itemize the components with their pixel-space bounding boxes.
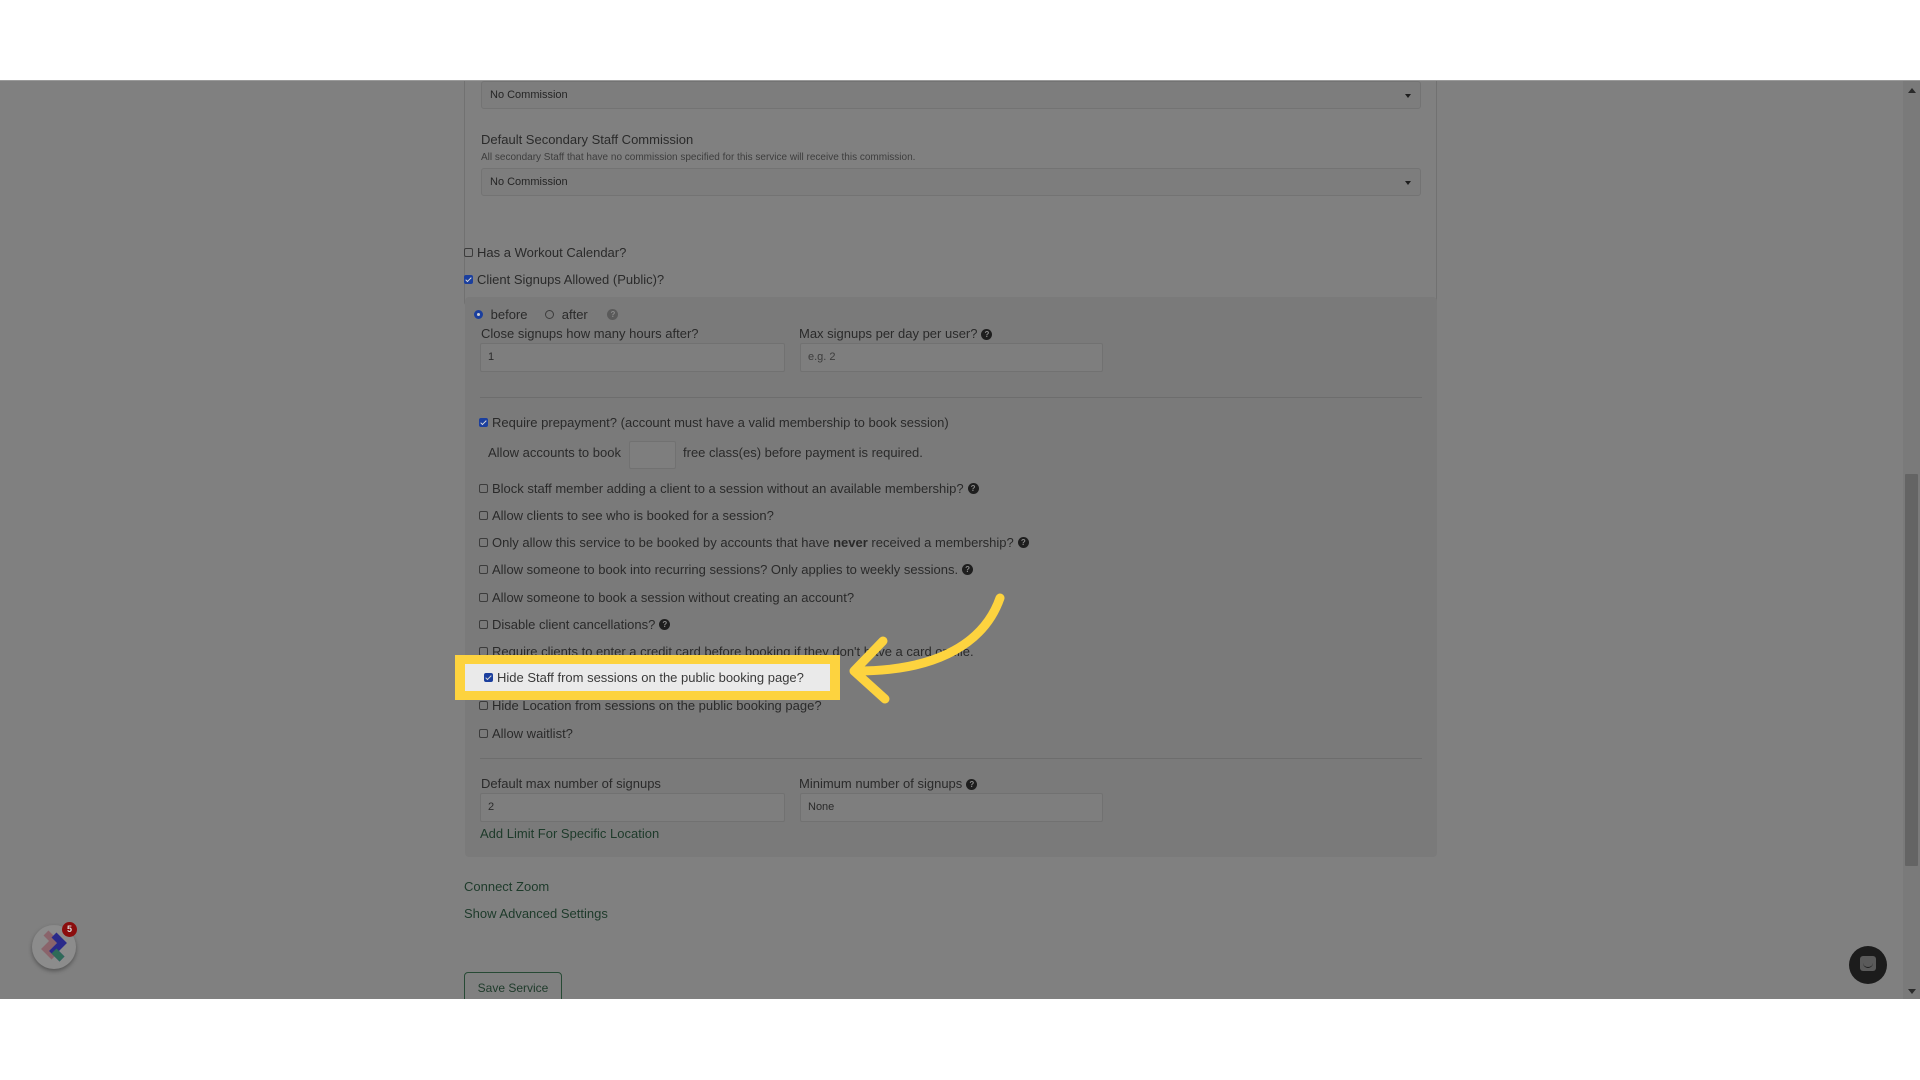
no-account-booking-checkbox[interactable] xyxy=(479,593,488,603)
vertical-scrollbar[interactable] xyxy=(1903,81,1920,999)
secondary-commission-help: All secondary Staff that have no commiss… xyxy=(481,152,916,163)
disable-cancellations-checkbox[interactable] xyxy=(479,620,488,630)
recurring-sessions-label: Allow someone to book into recurring ses… xyxy=(492,562,959,578)
primary-commission-select[interactable]: No Commission xyxy=(481,81,1421,109)
workout-calendar-option[interactable]: Has a Workout Calendar? xyxy=(464,244,626,260)
after-label: after xyxy=(561,307,588,323)
secondary-commission-value: No Commission xyxy=(490,176,568,188)
require-prepayment-option[interactable]: Require prepayment? (account must have a… xyxy=(479,414,949,430)
secondary-commission-select[interactable]: No Commission xyxy=(481,168,1421,196)
hide-location-checkbox[interactable] xyxy=(479,701,488,711)
before-label: before xyxy=(490,307,528,323)
min-signups-label-row: Minimum number of signups? xyxy=(799,776,978,791)
section-divider xyxy=(480,397,1422,398)
never-membership-checkbox[interactable] xyxy=(479,538,488,548)
help-icon[interactable]: ? xyxy=(607,309,619,321)
before-radio[interactable] xyxy=(474,310,483,320)
see-booked-option[interactable]: Allow clients to see who is booked for a… xyxy=(479,507,774,523)
waitlist-checkbox[interactable] xyxy=(479,729,488,739)
no-account-booking-option[interactable]: Allow someone to book a session without … xyxy=(479,589,854,605)
help-icon[interactable]: ? xyxy=(981,329,993,341)
free-classes-suffix: free class(es) before payment is require… xyxy=(683,445,923,460)
client-signups-checkbox[interactable] xyxy=(464,275,473,285)
block-staff-checkbox[interactable] xyxy=(479,484,488,494)
hide-location-option[interactable]: Hide Location from sessions on the publi… xyxy=(479,697,822,713)
label-emphasis: never xyxy=(833,535,868,551)
chevron-down-icon xyxy=(1405,181,1411,185)
hide-location-label: Hide Location from sessions on the publi… xyxy=(492,698,822,714)
workout-calendar-label: Has a Workout Calendar? xyxy=(477,245,627,261)
require-prepayment-checkbox[interactable] xyxy=(479,418,488,428)
max-per-day-label: Max signups per day per user? xyxy=(799,326,978,341)
help-icon[interactable]: ? xyxy=(966,779,978,791)
signup-timing-radio-group: before after ? xyxy=(474,306,619,323)
disable-cancellations-label: Disable client cancellations? xyxy=(492,617,656,633)
free-classes-prefix: Allow accounts to book xyxy=(488,445,621,460)
primary-commission-value: No Commission xyxy=(490,89,568,101)
require-prepayment-label: Require prepayment? (account must have a… xyxy=(492,415,949,431)
connect-zoom-link[interactable]: Connect Zoom xyxy=(464,879,549,894)
add-limit-location-link[interactable]: Add Limit For Specific Location xyxy=(480,826,659,841)
chevron-down-icon xyxy=(1405,94,1411,98)
section-divider xyxy=(480,758,1422,759)
default-max-input[interactable]: 2 xyxy=(480,793,785,822)
free-classes-suffix-row: free class(es) before payment is require… xyxy=(683,445,923,460)
workout-calendar-checkbox[interactable] xyxy=(464,248,473,258)
page-viewport: No Commission Default Secondary Staff Co… xyxy=(0,80,1920,999)
min-signups-input[interactable]: None xyxy=(800,793,1103,822)
hide-staff-checkbox[interactable] xyxy=(484,673,493,683)
see-booked-label: Allow clients to see who is booked for a… xyxy=(492,508,774,524)
see-booked-checkbox[interactable] xyxy=(479,511,488,521)
block-staff-label: Block staff member adding a client to a … xyxy=(492,481,964,497)
client-signups-option[interactable]: Client Signups Allowed (Public)? xyxy=(464,271,664,287)
waitlist-option[interactable]: Allow waitlist? xyxy=(479,725,573,741)
max-per-day-label-row: Max signups per day per user?? xyxy=(799,326,993,341)
never-membership-option[interactable]: Only allow this service to be booked by … xyxy=(479,534,1029,550)
client-signups-label: Client Signups Allowed (Public)? xyxy=(477,272,665,288)
label-text: Only allow this service to be booked by … xyxy=(492,535,834,551)
recurring-sessions-checkbox[interactable] xyxy=(479,565,488,575)
scroll-up-arrow-icon[interactable] xyxy=(1908,88,1916,93)
waitlist-label: Allow waitlist? xyxy=(492,726,573,742)
help-icon[interactable]: ? xyxy=(967,483,979,495)
hide-staff-option[interactable]: Hide Staff from sessions on the public b… xyxy=(484,669,849,685)
save-service-button[interactable]: Save Service xyxy=(464,972,562,999)
recurring-sessions-option[interactable]: Allow someone to book into recurring ses… xyxy=(479,561,974,578)
label-text: received a membership? xyxy=(867,535,1014,551)
no-account-booking-label: Allow someone to book a session without … xyxy=(492,590,855,606)
notification-badge: 5 xyxy=(62,922,77,937)
block-staff-option[interactable]: Block staff member adding a client to a … xyxy=(479,480,979,496)
chat-support-button[interactable] xyxy=(1849,946,1887,984)
close-hours-label: Close signups how many hours after? xyxy=(481,326,699,341)
help-icon[interactable]: ? xyxy=(659,619,671,631)
never-membership-label: Only allow this service to be booked by … xyxy=(492,535,1014,550)
top-white-band xyxy=(0,0,1920,80)
after-radio[interactable] xyxy=(545,310,555,320)
bottom-white-band xyxy=(0,999,1920,1080)
disable-cancellations-option[interactable]: Disable client cancellations?? xyxy=(479,616,671,633)
secondary-commission-title: Default Secondary Staff Commission xyxy=(481,132,694,147)
scroll-down-arrow-icon[interactable] xyxy=(1908,989,1916,994)
max-per-day-input[interactable]: e.g. 2 xyxy=(800,343,1103,372)
min-signups-label: Minimum number of signups xyxy=(799,776,963,791)
help-icon[interactable]: ? xyxy=(962,564,974,576)
scrollbar-thumb[interactable] xyxy=(1905,474,1918,866)
default-max-label: Default max number of signups xyxy=(481,776,661,791)
free-classes-input[interactable] xyxy=(629,441,676,469)
free-classes-row: Allow accounts to book xyxy=(488,445,621,460)
help-icon[interactable]: ? xyxy=(1017,537,1029,549)
hide-staff-label: Hide Staff from sessions on the public b… xyxy=(497,670,804,686)
close-hours-input[interactable]: 1 xyxy=(480,343,785,372)
annotation-highlight-inner: Hide Staff from sessions on the public b… xyxy=(465,664,830,691)
annotation-highlight-box: Hide Staff from sessions on the public b… xyxy=(455,655,840,700)
show-advanced-settings-link[interactable]: Show Advanced Settings xyxy=(464,906,608,921)
